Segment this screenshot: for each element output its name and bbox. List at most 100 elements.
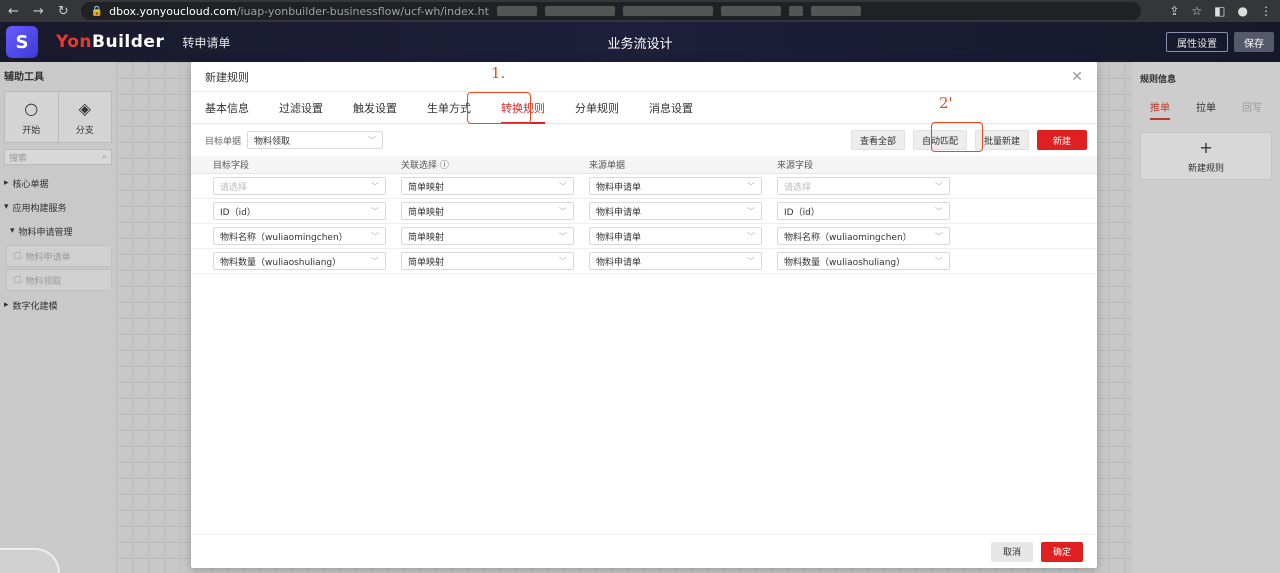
tab-pull[interactable]: 拉单	[1196, 99, 1216, 120]
redacted-block	[720, 6, 781, 16]
browser-actions: ⇪ ☆ ◧ ● ⋮	[1169, 4, 1272, 18]
relation-select[interactable]: 简单映射 ﹀	[401, 227, 574, 245]
app-logo[interactable]: S	[6, 26, 38, 58]
cancel-button[interactable]: 取消	[990, 541, 1033, 562]
batch-new-button[interactable]: 批量新建	[974, 130, 1029, 150]
tool-start[interactable]: ○ 开始	[5, 92, 59, 142]
annotation-label-2: 2'	[939, 94, 953, 112]
profile-icon[interactable]: ●	[1238, 4, 1248, 18]
star-icon[interactable]: ☆	[1191, 4, 1202, 18]
forward-arrow-icon[interactable]: →	[33, 4, 44, 19]
caret-right-icon: ▸	[4, 178, 9, 188]
share-icon[interactable]: ⇪	[1169, 4, 1179, 18]
source-field-select[interactable]: 请选择 ﹀	[777, 177, 950, 195]
col-source-field: 来源字段	[777, 161, 814, 171]
relation-select[interactable]: 简单映射 ﹀	[401, 202, 574, 220]
tree-node-digital[interactable]: ▸ 数字化建模	[4, 293, 112, 317]
target-field-select[interactable]: 物料名称（wuliaomingchen） ﹀	[213, 227, 386, 245]
tree-node-material-mgmt[interactable]: ▾ 物料申请管理	[4, 219, 112, 243]
save-button[interactable]: 保存	[1234, 32, 1274, 52]
chevron-down-icon: ﹀	[935, 256, 943, 266]
table-row: 请选择 ﹀ 简单映射 ﹀ 物料申请单 ﹀ 请选择 ﹀	[191, 174, 1097, 199]
dialog-tabs: 基本信息 过滤设置 触发设置 生单方式 转换规则 分单规则 消息设置	[191, 92, 1097, 124]
properties-button[interactable]: 属性设置	[1166, 32, 1228, 52]
tree-leaf-material-request[interactable]: ▢ 物料申请单	[6, 245, 112, 267]
chevron-down-icon: ﹀	[559, 206, 567, 216]
chevron-down-icon: ﹀	[371, 206, 379, 216]
col-target-field: 目标字段	[213, 161, 250, 171]
annotation-label-1: 1.	[491, 64, 506, 82]
tool-branch[interactable]: ◈ 分支	[59, 92, 112, 142]
redacted-block	[810, 6, 861, 16]
redacted-block	[496, 6, 537, 16]
source-field-select[interactable]: 物料名称（wuliaomingchen） ﹀	[777, 227, 950, 245]
chevron-down-icon: ﹀	[559, 256, 567, 266]
sidepanel-icon[interactable]: ◧	[1214, 4, 1225, 18]
chevron-down-icon: ﹀	[559, 181, 567, 191]
target-field-select[interactable]: ID（id） ﹀	[213, 202, 386, 220]
search-icon: ⌕	[101, 152, 107, 162]
rules-title: 规则信息	[1140, 75, 1177, 85]
chevron-down-icon: ﹀	[935, 206, 943, 216]
tab-trigger[interactable]: 触发设置	[353, 92, 397, 124]
source-doc-select[interactable]: 物料申请单 ﹀	[589, 252, 762, 270]
col-relation: 关联选择 ⓘ	[401, 161, 449, 171]
brand-logo: YonBuilder	[56, 32, 165, 52]
chevron-down-icon: ﹀	[935, 181, 943, 191]
new-button[interactable]: 新建	[1036, 130, 1087, 150]
relation-select[interactable]: 简单映射 ﹀	[401, 252, 574, 270]
new-rule-card[interactable]: + 新建规则	[1140, 132, 1272, 180]
source-doc-select[interactable]: 物料申请单 ﹀	[589, 202, 762, 220]
source-field-select[interactable]: 物料数量（wuliaoshuliang） ﹀	[777, 252, 950, 270]
sidebar-tree: ▸ 核心单据 ▾ 应用构建服务 ▾ 物料申请管理 ▢ 物料申请单 ▢ 物料领取 ▸ 数字化建…	[4, 171, 112, 317]
tab-filter[interactable]: 过滤设置	[279, 92, 323, 124]
close-icon[interactable]: ✕	[1071, 69, 1083, 85]
source-doc-select[interactable]: 物料申请单 ﹀	[589, 227, 762, 245]
page-title: 业务流设计	[607, 36, 673, 52]
target-field-select[interactable]: 物料数量（wuliaoshuliang） ﹀	[213, 252, 386, 270]
tab-message[interactable]: 消息设置	[649, 92, 693, 124]
url-host: dbox.yonyoucloud.com	[109, 4, 237, 18]
target-doc-label: 目标单据	[205, 136, 242, 147]
app-header: S YonBuilder 转申请单 业务流设计 属性设置 保存	[0, 22, 1280, 62]
plus-icon: +	[1199, 138, 1213, 157]
tab-split-rules[interactable]: 分单规则	[575, 92, 619, 124]
chevron-down-icon: ﹀	[935, 231, 943, 241]
annotation-box-auto-match	[931, 122, 983, 152]
source-doc-select[interactable]: 物料申请单 ﹀	[589, 177, 762, 195]
tab-writeback[interactable]: 回写	[1242, 99, 1262, 120]
confirm-button[interactable]: 确定	[1040, 541, 1083, 562]
tab-generate-mode[interactable]: 生单方式	[427, 92, 471, 124]
back-arrow-icon[interactable]: ←	[8, 4, 19, 19]
table-header: 目标字段 关联选择 ⓘ 来源单据 来源字段	[191, 156, 1097, 174]
chevron-down-icon: ﹀	[371, 256, 379, 266]
redacted-block	[788, 6, 803, 16]
source-field-select[interactable]: ID（id） ﹀	[777, 202, 950, 220]
caret-down-icon: ▾	[10, 226, 15, 236]
address-bar[interactable]: 🔒 dbox.yonyoucloud.com /iuap-yonbuilder-…	[80, 2, 1141, 20]
tab-push[interactable]: 推单	[1150, 99, 1170, 120]
left-sidebar: 辅助工具 ○ 开始 ◈ 分支 搜索 ⌕ ▸ 核心单据 ▾ 应用构建服务 ▾ 物料申请管…	[0, 62, 116, 573]
tree-leaf-material-pickup[interactable]: ▢ 物料领取	[6, 269, 112, 291]
chevron-down-icon: ﹀	[371, 231, 379, 241]
chevron-down-icon: ﹀	[747, 206, 755, 216]
target-field-select[interactable]: 请选择 ﹀	[213, 177, 386, 195]
table-row: 物料数量（wuliaoshuliang） ﹀ 简单映射 ﹀ 物料申请单 ﹀ 物料数量（…	[191, 249, 1097, 274]
caret-down-icon: ▾	[4, 202, 9, 212]
menu-icon[interactable]: ⋮	[1260, 4, 1272, 18]
col-source-doc: 来源单据	[589, 161, 626, 171]
dialog-header: 新建规则 ✕	[191, 62, 1097, 92]
rules-tabs: 推单 拉单 回写	[1140, 99, 1272, 120]
tab-basic-info[interactable]: 基本信息	[205, 92, 249, 124]
circle-icon: ○	[24, 98, 39, 118]
target-doc-select[interactable]: 物料领取 ﹀	[247, 131, 384, 149]
tree-node-core[interactable]: ▸ 核心单据	[4, 171, 112, 195]
dialog-title: 新建规则	[205, 70, 249, 84]
reload-icon[interactable]: ↻	[58, 4, 69, 19]
sidebar-search-input[interactable]: 搜索 ⌕	[4, 149, 112, 165]
tree-node-app-service[interactable]: ▾ 应用构建服务	[4, 195, 112, 219]
relation-select[interactable]: 简单映射 ﹀	[401, 177, 574, 195]
url-path: /iuap-yonbuilder-businessflow/ucf-wh/ind…	[236, 4, 489, 18]
view-all-button[interactable]: 查看全部	[850, 130, 905, 150]
tool-grid: ○ 开始 ◈ 分支	[4, 91, 112, 143]
